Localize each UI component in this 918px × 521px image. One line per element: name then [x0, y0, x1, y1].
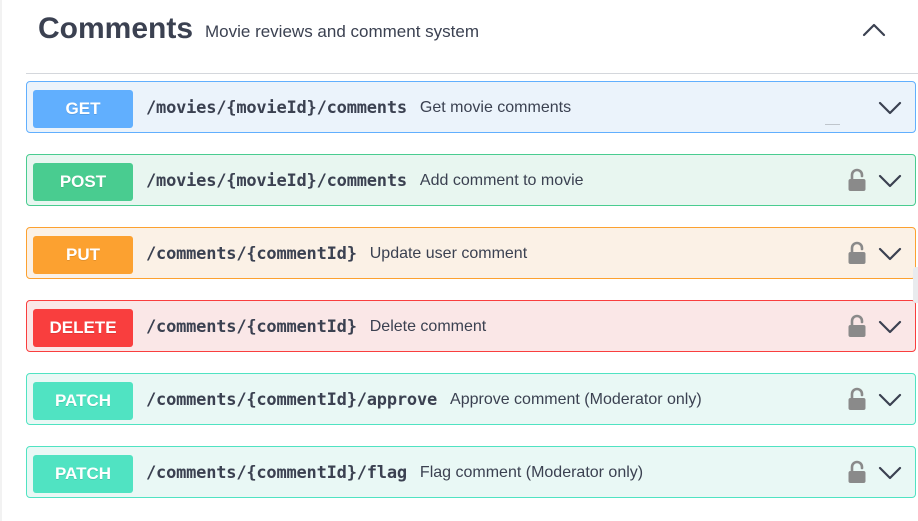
operation-path: /movies/{movieId}/comments: [146, 171, 407, 191]
operation-summary: /movies/{movieId}/comments Get movie comm…: [146, 82, 571, 134]
operation-path: /movies/{movieId}/comments: [146, 98, 407, 118]
chevron-down-icon[interactable]: [877, 242, 903, 266]
chevron-up-icon[interactable]: [858, 14, 890, 46]
method-badge: PUT: [33, 236, 133, 274]
method-badge: PATCH: [33, 455, 133, 493]
lock-icon[interactable]: [847, 241, 867, 265]
operation-summary: /comments/{commentId}/flag Flag comment (…: [146, 447, 643, 499]
opblock-put-2[interactable]: PUT/comments/{commentId} Update user comm…: [26, 227, 916, 279]
lock-icon[interactable]: [847, 168, 867, 192]
operation-description: Add comment to movie: [419, 172, 584, 189]
tag-title: Comments: [38, 12, 194, 45]
operation-summary: /movies/{movieId}/comments Add comment to…: [146, 155, 584, 207]
operation-summary: /comments/{commentId} Delete comment: [146, 301, 486, 353]
lock-icon[interactable]: [847, 387, 867, 411]
operation-summary: /comments/{commentId}/approve Approve com…: [146, 374, 702, 426]
tag-header[interactable]: Comments Movie reviews and comment syste…: [26, 0, 918, 74]
opblock-patch-4[interactable]: PATCH/comments/{commentId}/approve Approv…: [26, 373, 916, 425]
operation-path: /comments/{commentId}: [146, 317, 357, 337]
scrollbar-tab[interactable]: [913, 267, 918, 303]
placeholder-mark: [825, 124, 840, 125]
method-badge: DELETE: [33, 309, 133, 347]
chevron-down-icon[interactable]: [877, 315, 903, 339]
operation-path: /comments/{commentId}/approve: [146, 390, 438, 410]
method-badge: GET: [33, 90, 133, 128]
operation-description: Approve comment (Moderator only): [450, 391, 702, 408]
opblock-delete-3[interactable]: DELETE/comments/{commentId} Delete commen…: [26, 300, 916, 352]
operation-summary: /comments/{commentId} Update user comment: [146, 228, 527, 280]
method-badge: PATCH: [33, 382, 133, 420]
chevron-down-icon[interactable]: [877, 461, 903, 485]
operation-path: /comments/{commentId}/flag: [146, 463, 407, 483]
swagger-page: Comments Movie reviews and comment syste…: [0, 0, 918, 521]
opblock-get-0[interactable]: GET/movies/{movieId}/comments Get movie c…: [26, 81, 916, 133]
operation-description: Update user comment: [369, 245, 528, 262]
opblock-patch-5[interactable]: PATCH/comments/{commentId}/flag Flag comm…: [26, 446, 916, 498]
operation-path: /comments/{commentId}: [146, 244, 357, 264]
chevron-down-icon[interactable]: [877, 169, 903, 193]
chevron-down-icon[interactable]: [877, 388, 903, 412]
lock-icon[interactable]: [847, 460, 867, 484]
left-rule: [0, 0, 2, 521]
operation-description: Flag comment (Moderator only): [419, 464, 644, 481]
chevron-down-icon[interactable]: [877, 96, 903, 120]
opblock-post-1[interactable]: POST/movies/{movieId}/comments Add commen…: [26, 154, 916, 206]
lock-icon[interactable]: [847, 314, 867, 338]
method-badge: POST: [33, 163, 133, 201]
operation-description: Get movie comments: [419, 99, 572, 116]
operation-description: Delete comment: [369, 318, 487, 335]
tag-description: Movie reviews and comment system: [205, 22, 479, 41]
